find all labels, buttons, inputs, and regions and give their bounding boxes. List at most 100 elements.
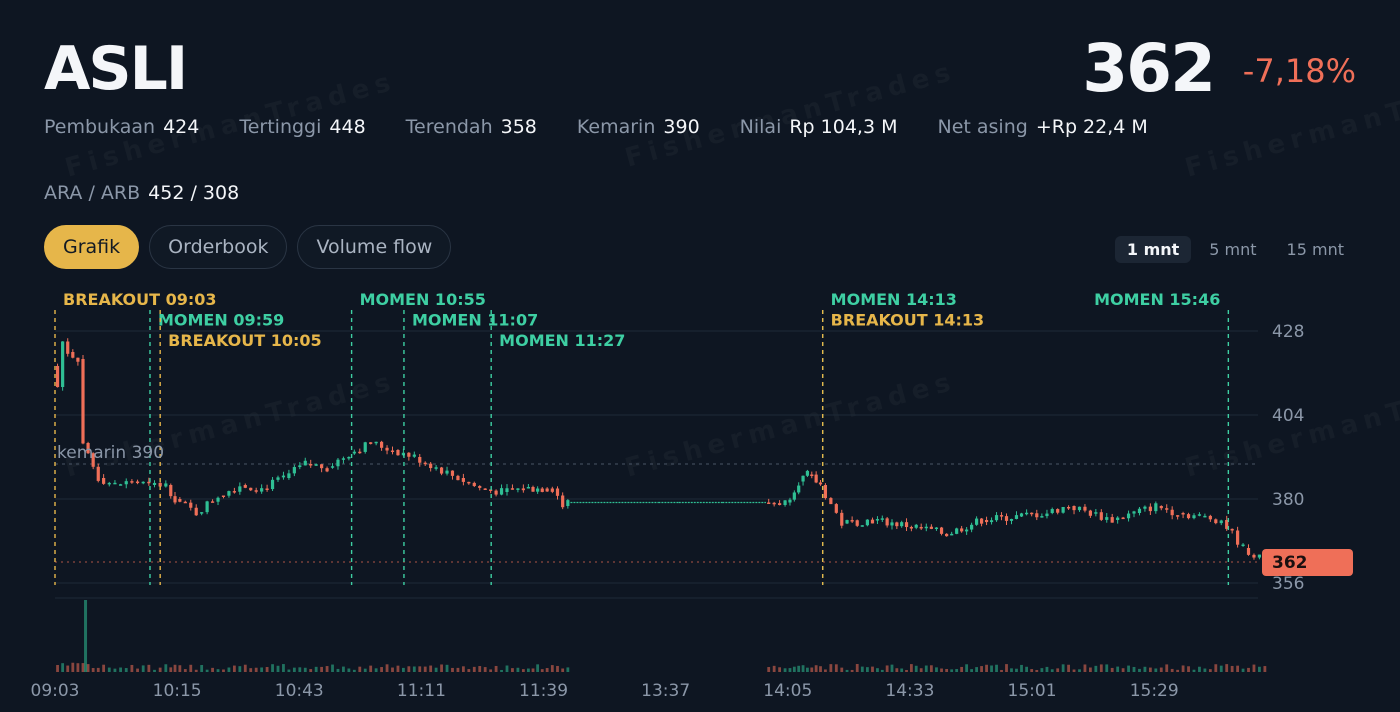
candle-body [158,482,162,487]
candle-body [834,504,838,513]
candle-body [358,451,362,454]
volume-bar [342,666,345,672]
volume-bar [169,667,173,672]
candle-body [505,488,509,492]
candle-body [81,359,85,444]
x-tick-label: 11:39 [519,681,568,701]
candle-body [330,466,335,468]
candle-body [147,481,151,484]
candle-body [510,488,515,490]
volume-bar [1094,665,1098,672]
candle-body [314,464,318,466]
candle-body [1203,515,1207,518]
candle-body [379,441,384,448]
candle-body [1214,519,1218,524]
volume-bar [147,664,151,672]
volume-bar [895,668,899,672]
volume-bar [829,664,833,672]
candle-body [783,500,787,506]
candle-body [363,442,367,452]
candle-body [445,470,449,474]
candle-body [260,488,264,492]
volume-bar [1010,668,1013,672]
candle-body [1040,516,1044,518]
timeframe-5-mnt[interactable]: 5 mnt [1197,236,1268,263]
candle-body [478,486,482,488]
candle-body [210,501,215,503]
volume-bar [282,664,285,672]
volume-bar [1187,666,1190,672]
volume-bar [783,668,787,672]
candle-body [61,341,65,387]
candle-body [472,482,476,487]
volume-bar [536,664,540,672]
volume-bar [1132,666,1136,672]
price-chart[interactable]: BREAKOUT 09:03 MOMEN 09:59BREAKOUT 10:05 M… [0,280,1400,712]
volume-bar [61,663,65,672]
view-tabs: Grafik Orderbook Volume flow [44,225,461,269]
candle-body [979,518,984,524]
candle-body [823,485,828,499]
volume-bar [84,600,88,672]
volume-bar [985,664,988,672]
candle-body [1121,517,1125,520]
tab-orderbook[interactable]: Orderbook [149,225,288,269]
volume-bar [1214,664,1218,672]
x-tick-label: 10:43 [275,681,324,701]
candle-body [1246,548,1251,555]
volume-bar [254,667,258,672]
volume-bar [990,665,993,672]
stat-net-foreign: Net asing +Rp 22,4 M [938,116,1148,138]
volume-bar [511,668,514,672]
candle-body [805,470,810,476]
volume-bar [1170,668,1174,672]
candle-body [994,515,999,521]
candle-body [1252,554,1256,558]
volume-bar [566,667,570,672]
volume-bar [189,664,193,672]
volume-bar [871,666,874,672]
ticker-symbol: ASLI [44,34,188,104]
volume-bar [71,662,75,672]
event-label: MOMEN 10:55 [360,290,486,309]
candle-body [970,524,974,530]
volume-bar [76,663,80,672]
candle-body [945,533,949,537]
volume-bar [331,664,334,672]
candle-body [1230,528,1234,531]
candle-body [1197,514,1202,516]
stat-value: 424 [163,116,200,138]
tab-volume-flow[interactable]: Volume flow [297,225,452,269]
candle-body [227,491,231,496]
stat-value: 358 [500,116,537,138]
tab-grafik[interactable]: Grafik [44,225,140,269]
timeframe-1-mnt[interactable]: 1 mnt [1114,236,1192,263]
volume-bar [119,667,122,672]
stat-label: Nilai [739,116,782,138]
candle-body [107,482,111,485]
volume-bar [483,667,487,672]
volume-bar [1176,669,1180,672]
volume-bar [86,664,90,672]
candle-body [55,366,60,388]
candle-body [292,467,296,474]
volume-bar [456,667,460,672]
volume-bar [183,669,187,672]
volume-bar [840,667,844,672]
volume-bar [1040,668,1044,672]
candle-body [1099,512,1103,520]
volume-bar [232,665,236,672]
price-change: -7,18% [1242,52,1356,90]
volume-bar [369,665,373,672]
volume-bar [1192,669,1196,672]
volume-bar [980,666,983,672]
candle-body [1116,517,1120,520]
candle-body [152,482,157,485]
candle-body [303,460,307,466]
candle-body [194,507,198,516]
timeframe-15-mnt[interactable]: 15 mnt [1275,236,1356,263]
volume-bar [1030,669,1034,672]
volume-bar [955,669,959,672]
candle-body [814,474,818,483]
candle-body [792,492,796,500]
